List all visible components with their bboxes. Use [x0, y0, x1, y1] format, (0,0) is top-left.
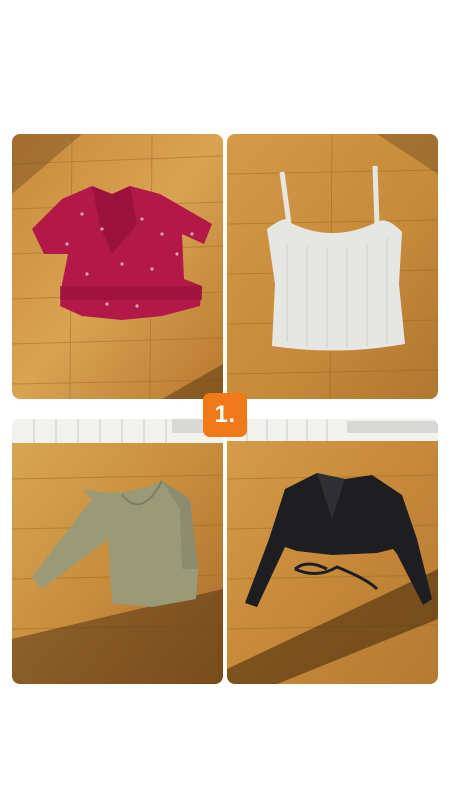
- photo-white-tank-top: [227, 134, 438, 399]
- photo-black-wrap-top-image: [227, 419, 438, 684]
- photo-olive-long-sleeve-top: [12, 419, 223, 684]
- photo-magenta-wrap-top: [12, 134, 223, 399]
- photo-white-tank-top-image: [227, 134, 438, 399]
- collage-page: 1.: [0, 0, 450, 800]
- photo-olive-long-sleeve-top-image: [12, 419, 223, 684]
- photo-magenta-wrap-top-image: [12, 134, 223, 399]
- photo-black-wrap-top: [227, 419, 438, 684]
- number-badge: 1.: [203, 393, 247, 437]
